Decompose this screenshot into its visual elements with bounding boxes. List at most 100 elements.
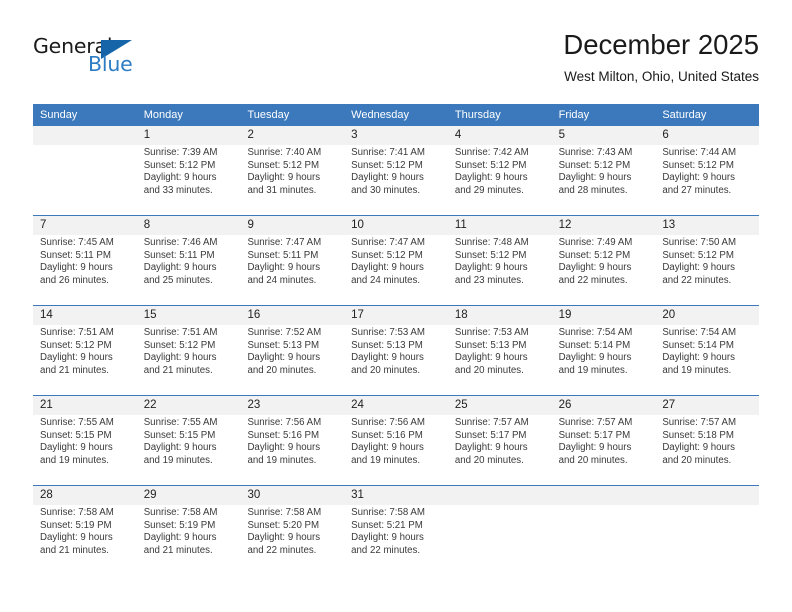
day-info-line: Sunrise: 7:42 AM	[454, 147, 529, 158]
day-number[interactable]: 16	[240, 306, 345, 325]
day-number[interactable]: 18	[447, 306, 552, 325]
day-number[interactable]: 7	[33, 216, 137, 235]
day-cell[interactable]: Sunrise: 7:58 AM Sunset: 5:20 PM Daylight:…	[240, 505, 345, 575]
day-info-line: Sunset: 5:13 PM	[454, 339, 527, 351]
day-info-line: Sunrise: 7:48 AM	[454, 237, 529, 248]
day-info-line: Sunrise: 7:46 AM	[143, 237, 218, 248]
day-number[interactable]: 29	[136, 486, 241, 505]
day-info-line: Daylight: 9 hours	[247, 262, 321, 274]
day-cell[interactable]: Sunrise: 7:50 AM Sunset: 5:12 PM Daylight:…	[655, 235, 760, 305]
day-number[interactable]: 5	[551, 126, 656, 145]
day-number[interactable]: 15	[136, 306, 241, 325]
day-number[interactable]: 24	[344, 396, 448, 415]
day-number[interactable]: 3	[344, 126, 448, 145]
day-number[interactable]: 30	[240, 486, 345, 505]
day-cell[interactable]: Sunrise: 7:53 AM Sunset: 5:13 PM Daylight:…	[447, 325, 552, 395]
day-cell[interactable]: Sunrise: 7:49 AM Sunset: 5:12 PM Daylight:…	[551, 235, 656, 305]
day-number[interactable]: 13	[655, 216, 760, 235]
day-info-line: Daylight: 9 hours	[143, 352, 217, 364]
day-number[interactable]: 27	[655, 396, 760, 415]
day-number[interactable]: 2	[240, 126, 345, 145]
day-cell[interactable]: Sunrise: 7:57 AM Sunset: 5:17 PM Daylight:…	[551, 415, 656, 485]
day-info-line: Sunset: 5:17 PM	[558, 429, 631, 441]
day-info-line: and 24 minutes.	[351, 274, 421, 286]
week-info-row: Sunrise: 7:58 AM Sunset: 5:19 PM Daylight:…	[33, 505, 760, 575]
day-cell[interactable]: Sunrise: 7:43 AM Sunset: 5:12 PM Daylight:…	[551, 145, 656, 215]
day-number[interactable]: 26	[551, 396, 656, 415]
day-cell[interactable]: Sunrise: 7:51 AM Sunset: 5:12 PM Daylight:…	[136, 325, 241, 395]
day-info-line: Sunset: 5:16 PM	[351, 429, 423, 441]
day-cell[interactable]: Sunrise: 7:44 AM Sunset: 5:12 PM Daylight:…	[655, 145, 760, 215]
day-number[interactable]: 23	[240, 396, 345, 415]
day-number[interactable]: 14	[33, 306, 137, 325]
day-cell[interactable]: Sunrise: 7:58 AM Sunset: 5:19 PM Daylight:…	[33, 505, 137, 575]
day-number[interactable]: 9	[240, 216, 345, 235]
day-number[interactable]: 17	[344, 306, 448, 325]
weekday-header-thursday: Thursday	[447, 104, 552, 126]
day-number[interactable]: 28	[33, 486, 137, 505]
day-info-line: Sunrise: 7:57 AM	[558, 417, 633, 428]
day-cell[interactable]: Sunrise: 7:47 AM Sunset: 5:11 PM Daylight:…	[240, 235, 345, 305]
day-cell[interactable]: Sunrise: 7:58 AM Sunset: 5:21 PM Daylight:…	[344, 505, 448, 575]
day-cell[interactable]: Sunrise: 7:54 AM Sunset: 5:14 PM Daylight:…	[551, 325, 656, 395]
day-info-line: and 25 minutes.	[143, 274, 213, 286]
day-cell[interactable]: Sunrise: 7:55 AM Sunset: 5:15 PM Daylight:…	[136, 415, 241, 485]
day-cell[interactable]: Sunrise: 7:54 AM Sunset: 5:14 PM Daylight:…	[655, 325, 760, 395]
day-info-line: and 20 minutes.	[558, 454, 628, 466]
week-info-row: Sunrise: 7:39 AM Sunset: 5:12 PM Daylight:…	[33, 145, 760, 215]
day-cell[interactable]: Sunrise: 7:53 AM Sunset: 5:13 PM Daylight:…	[344, 325, 448, 395]
day-number[interactable]: 22	[136, 396, 241, 415]
day-number[interactable]: 4	[447, 126, 552, 145]
day-cell-empty	[655, 505, 760, 575]
day-number[interactable]: 6	[655, 126, 760, 145]
day-number[interactable]: 19	[551, 306, 656, 325]
day-info-line: and 22 minutes.	[558, 274, 628, 286]
day-info-line: Sunrise: 7:47 AM	[351, 237, 425, 248]
day-cell[interactable]: Sunrise: 7:51 AM Sunset: 5:12 PM Daylight:…	[33, 325, 137, 395]
page-header: General Blue December 2025 West Milton, …	[33, 28, 759, 98]
day-info-line: Daylight: 9 hours	[558, 442, 632, 454]
day-info-line: Daylight: 9 hours	[247, 172, 321, 184]
day-info-line: and 27 minutes.	[662, 184, 732, 196]
day-number[interactable]: 8	[136, 216, 241, 235]
day-info-line: Sunset: 5:15 PM	[143, 429, 216, 441]
day-cell[interactable]: Sunrise: 7:56 AM Sunset: 5:16 PM Daylight:…	[240, 415, 345, 485]
week-daynumber-row: 123456	[33, 126, 760, 145]
day-number[interactable]: 11	[447, 216, 552, 235]
day-cell[interactable]: Sunrise: 7:40 AM Sunset: 5:12 PM Daylight:…	[240, 145, 345, 215]
day-cell[interactable]: Sunrise: 7:48 AM Sunset: 5:12 PM Daylight:…	[447, 235, 552, 305]
day-cell[interactable]: Sunrise: 7:55 AM Sunset: 5:15 PM Daylight:…	[33, 415, 137, 485]
day-info-line: Sunset: 5:15 PM	[40, 429, 112, 441]
day-cell[interactable]: Sunrise: 7:46 AM Sunset: 5:11 PM Daylight:…	[136, 235, 241, 305]
day-number[interactable]: 21	[33, 396, 137, 415]
day-info-line: Daylight: 9 hours	[558, 262, 632, 274]
day-number[interactable]: 31	[344, 486, 448, 505]
day-cell[interactable]: Sunrise: 7:58 AM Sunset: 5:19 PM Daylight:…	[136, 505, 241, 575]
day-info-line: Sunrise: 7:39 AM	[143, 147, 218, 158]
calendar-container: Sunday Monday Tuesday Wednesday Thursday Frid…	[33, 104, 760, 575]
day-number[interactable]: 20	[655, 306, 760, 325]
day-number[interactable]: 12	[551, 216, 656, 235]
day-info-line: Sunset: 5:11 PM	[247, 249, 319, 261]
day-info-line: Sunset: 5:19 PM	[40, 519, 112, 531]
day-cell[interactable]: Sunrise: 7:56 AM Sunset: 5:16 PM Daylight:…	[344, 415, 448, 485]
day-cell-empty	[447, 505, 552, 575]
day-cell[interactable]: Sunrise: 7:41 AM Sunset: 5:12 PM Daylight:…	[344, 145, 448, 215]
day-number[interactable]: 1	[136, 126, 241, 145]
day-info-line: Sunrise: 7:54 AM	[662, 327, 737, 338]
day-info-line: Daylight: 9 hours	[662, 352, 736, 364]
day-cell[interactable]: Sunrise: 7:47 AM Sunset: 5:12 PM Daylight:…	[344, 235, 448, 305]
day-info-line: Sunrise: 7:50 AM	[662, 237, 737, 248]
day-cell[interactable]: Sunrise: 7:45 AM Sunset: 5:11 PM Daylight:…	[33, 235, 137, 305]
day-cell[interactable]: Sunrise: 7:57 AM Sunset: 5:18 PM Daylight:…	[655, 415, 760, 485]
day-cell-empty	[33, 145, 137, 215]
day-info-line: Sunrise: 7:57 AM	[662, 417, 737, 428]
day-cell[interactable]: Sunrise: 7:39 AM Sunset: 5:12 PM Daylight:…	[136, 145, 241, 215]
day-cell[interactable]: Sunrise: 7:42 AM Sunset: 5:12 PM Daylight:…	[447, 145, 552, 215]
day-cell[interactable]: Sunrise: 7:52 AM Sunset: 5:13 PM Daylight:…	[240, 325, 345, 395]
day-number[interactable]: 25	[447, 396, 552, 415]
day-cell[interactable]: Sunrise: 7:57 AM Sunset: 5:17 PM Daylight:…	[447, 415, 552, 485]
weekday-header-saturday: Saturday	[655, 104, 760, 126]
title-block: December 2025 West Milton, Ohio, United …	[563, 28, 759, 85]
day-number[interactable]: 10	[344, 216, 448, 235]
